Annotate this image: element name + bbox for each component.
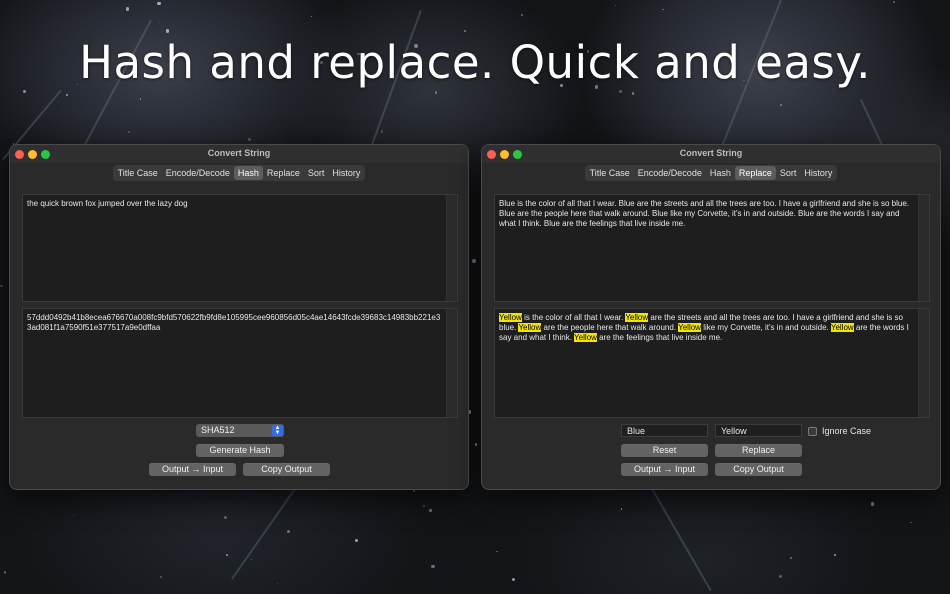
highlighted-match: Yellow [499,313,522,322]
highlighted-match: Yellow [518,323,542,332]
output-text-segment: like my Corvette, it's in and outside. [700,323,831,332]
output-text-area[interactable]: 57ddd0492b41b8ecea676670a008fc9bfd570622… [22,308,458,418]
water-droplet [310,16,312,18]
find-field[interactable] [621,424,708,437]
highlighted-match: Yellow [574,333,597,342]
water-droplet [430,564,435,569]
window-title: Convert String [207,148,271,158]
headline: Hash and replace. Quick and easy. [79,36,871,89]
output-to-input-button[interactable]: Output → Input [149,463,236,476]
replace-window: Convert String Title Case Encode/Decode Ha… [481,144,941,490]
tab-hash[interactable]: Hash [233,166,263,180]
water-droplet [512,578,516,581]
water-droplet [662,8,664,10]
water-droplet [778,574,783,579]
select-value: SHA512 [201,425,235,435]
water-droplet [631,92,635,95]
tab-encode-decode[interactable]: Encode/Decode [162,166,234,180]
water-droplet [615,4,617,6]
ignore-case-checkbox[interactable]: Ignore Case [808,426,871,436]
water-droplet [464,30,467,33]
titlebar[interactable]: Convert String [482,145,940,163]
tab-history[interactable]: History [800,166,836,180]
tab-sort[interactable]: Sort [776,166,801,180]
tab-encode-decode[interactable]: Encode/Decode [634,166,706,180]
highlighted-match: Yellow [830,323,854,332]
copy-output-button[interactable]: Copy Output [715,463,802,476]
water-droplet [276,583,278,585]
water-droplet [780,104,783,107]
water-droplet [139,97,142,100]
copy-output-button[interactable]: Copy Output [243,463,330,476]
replace-field[interactable] [715,424,802,437]
input-text-area[interactable]: Blue is the color of all that I wear. Bl… [494,194,930,302]
water-droplet [434,91,438,94]
checkbox-box[interactable] [808,426,817,436]
hash-algorithm-select[interactable]: SHA512 ▲ ▼ [196,424,284,437]
highlighted-match: Yellow [625,313,649,322]
highlighted-match: Yellow [678,323,701,332]
tab-title-case[interactable]: Title Case [114,166,162,180]
tab-replace[interactable]: Replace [734,166,776,180]
water-droplet [428,509,432,513]
hash-window: Convert String Title Case Encode/Decode Ha… [9,144,469,490]
water-droplet [380,130,383,133]
water-droplet [422,504,426,507]
water-droplet [125,7,129,11]
output-text-area[interactable]: Yellow is the color of all that I wear. … [494,308,930,418]
water-droplet [287,530,290,533]
titlebar[interactable]: Convert String [10,145,468,163]
water-droplet [226,554,228,556]
water-droplet [620,507,623,510]
water-droplet [158,21,160,24]
output-to-input-button[interactable]: Output → Input [621,463,708,476]
reset-button[interactable]: Reset [621,444,708,457]
tab-sort[interactable]: Sort [304,166,329,180]
output-text-segment: are the feelings that live inside me. [596,333,723,342]
water-droplet [833,553,836,556]
tab-replace[interactable]: Replace [263,166,304,180]
water-droplet [472,259,476,263]
water-droplet [157,1,161,6]
water-droplet [789,557,793,560]
water-droplet [474,442,478,446]
water-droplet [521,14,524,17]
water-droplet [250,558,252,560]
water-droplet [22,90,27,94]
water-droplet [355,538,359,542]
tab-history[interactable]: History [328,166,364,180]
water-droplet [72,514,74,516]
generate-hash-button[interactable]: Generate Hash [196,444,284,457]
water-droplet [3,571,7,575]
tab-title-case[interactable]: Title Case [586,166,634,180]
water-droplet [66,94,68,96]
output-text-segment: is the color of all that I wear. [521,313,626,322]
water-droplet [910,521,912,524]
water-droplet [224,516,227,519]
tab-bar: Title Case Encode/Decode Hash Replace Sort Hi… [482,165,940,181]
input-text-area[interactable]: the quick brown fox jumped over the lazy… [22,194,458,302]
water-droplet [160,575,163,578]
output-text-segment: are the people here that walk around. [541,323,679,332]
water-droplet [496,550,498,553]
window-title: Convert String [679,148,743,158]
water-droplet [871,502,875,506]
chevron-up-down-icon: ▲ ▼ [272,425,283,436]
water-droplet [619,90,623,94]
water-droplet [165,29,170,34]
water-droplet [892,1,895,3]
tab-bar: Title Case Encode/Decode Hash Replace Sort Hi… [10,165,468,181]
replace-button[interactable]: Replace [715,444,802,457]
ignore-case-label: Ignore Case [822,426,872,436]
water-droplet [248,138,252,142]
water-droplet [0,284,3,287]
tab-hash[interactable]: Hash [706,166,735,180]
water-droplet [127,130,131,134]
leaf-vein [231,480,302,580]
